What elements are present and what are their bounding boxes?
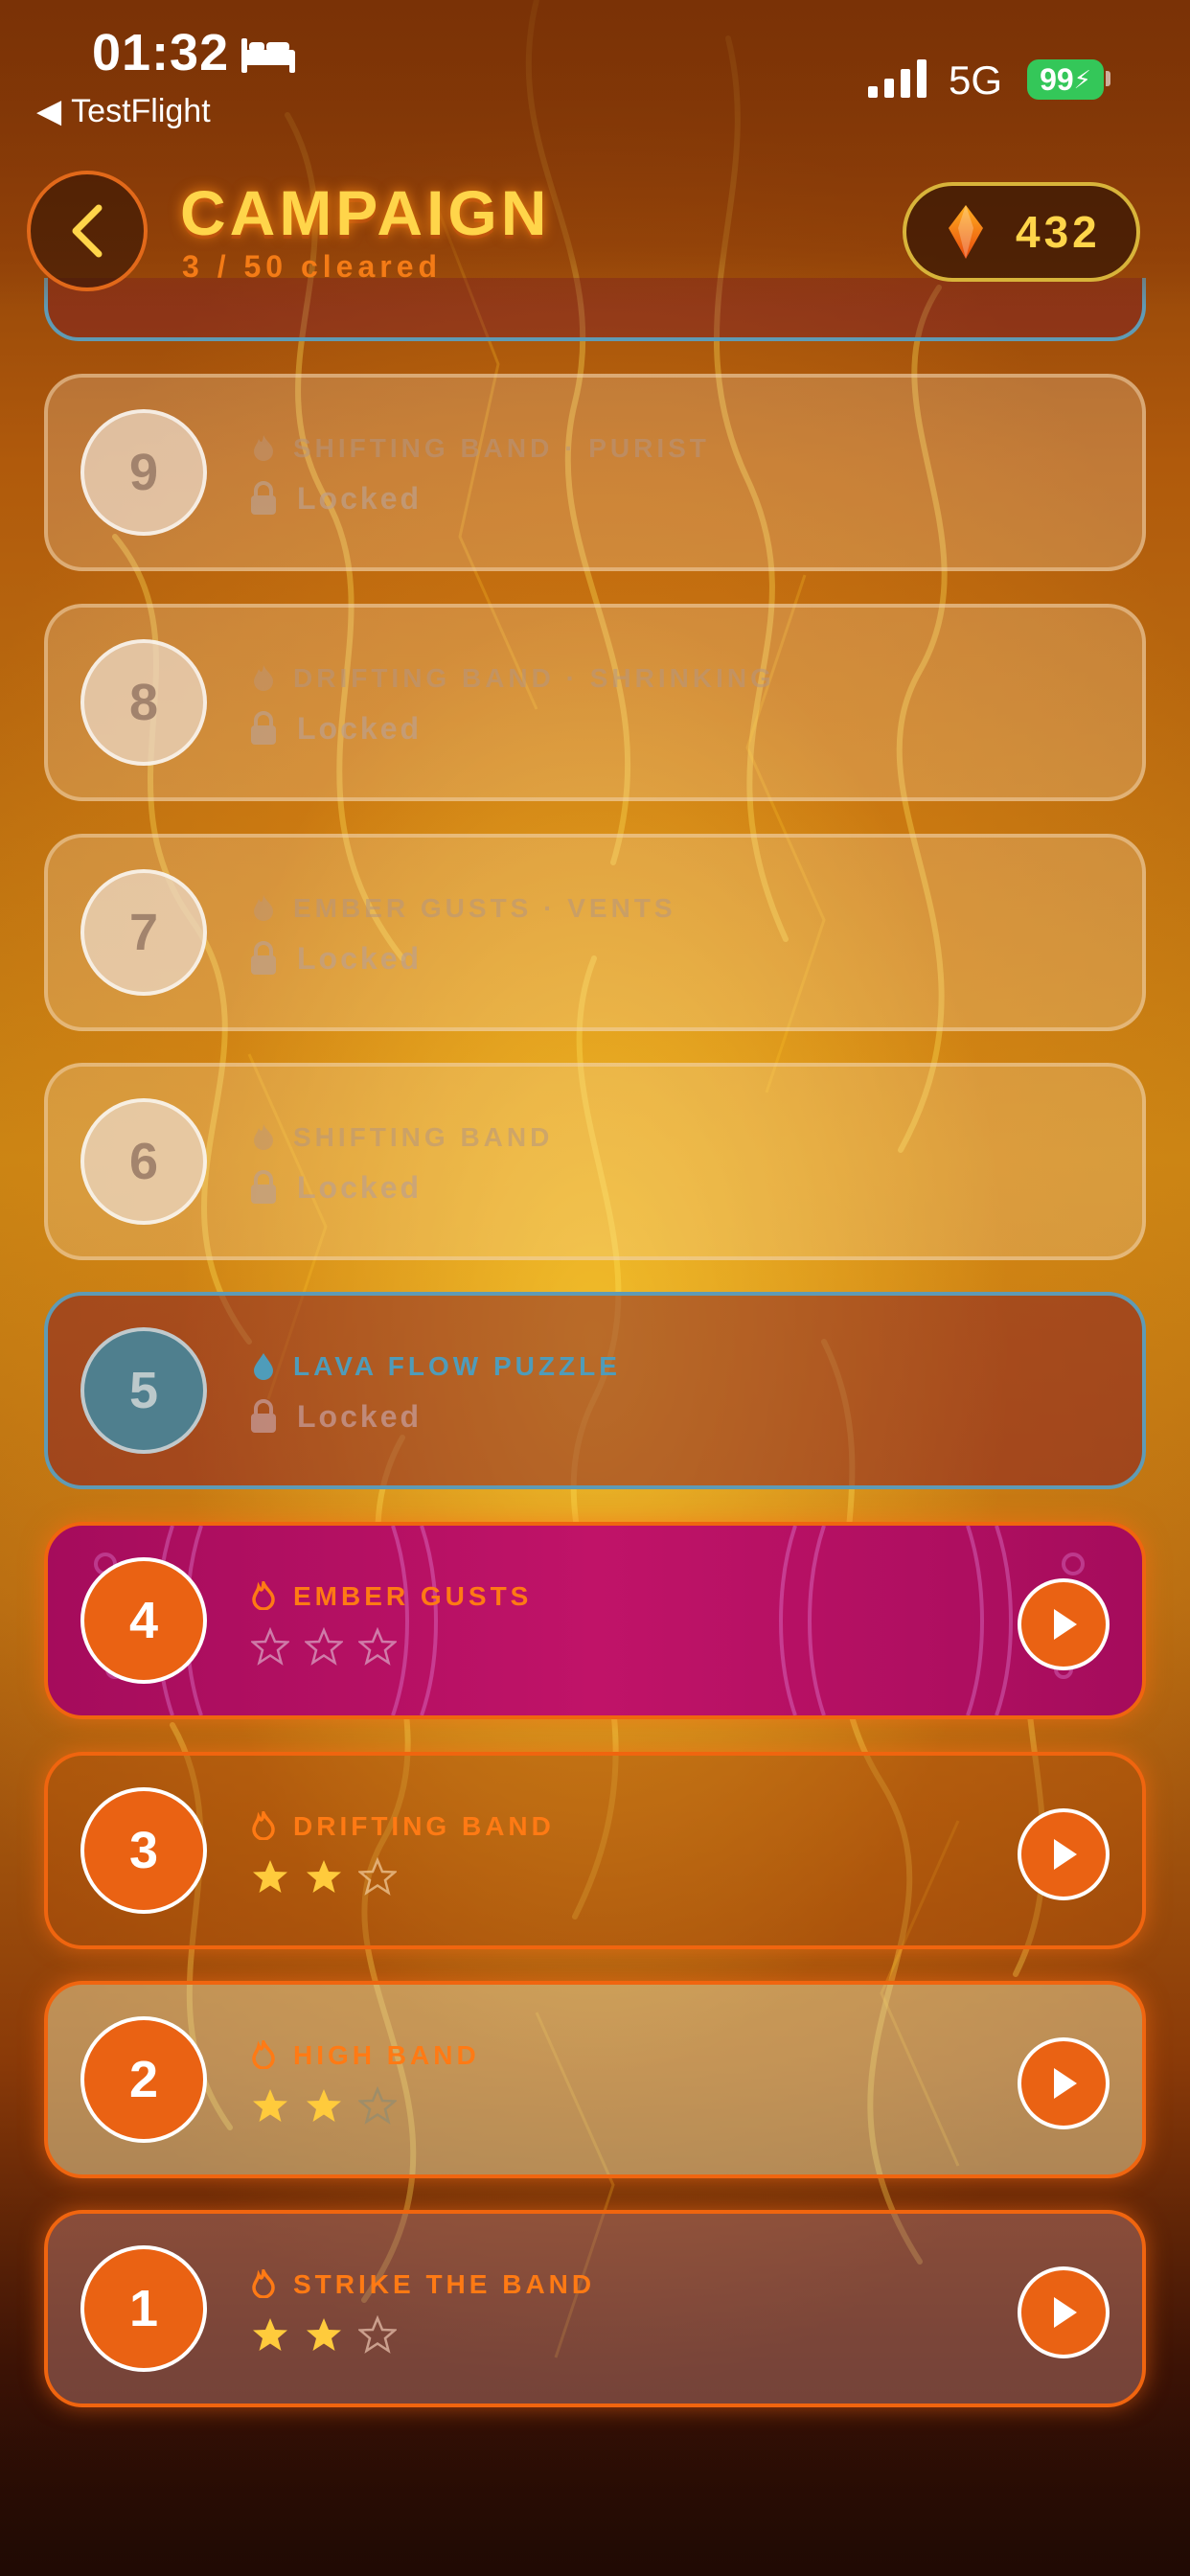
network-type: 5G: [949, 58, 1003, 103]
flame-icon: [252, 2040, 275, 2069]
play-button[interactable]: [1018, 1808, 1110, 1900]
battery-indicator: 99 ⚡: [1027, 59, 1104, 100]
star-rating: [251, 1627, 397, 1666]
lock-icon: [251, 941, 276, 975]
level-number-badge: 2: [80, 2016, 207, 2143]
battery-level: 99: [1040, 61, 1074, 97]
level-name: STRIKE THE BAND: [293, 2269, 596, 2299]
level-name: EMBER GUSTS · VENTS: [293, 893, 676, 923]
level-name: LAVA FLOW PUZZLE: [293, 1351, 621, 1381]
rune-pattern: [94, 1526, 1085, 1715]
status-time: 01:32: [92, 24, 230, 81]
play-button[interactable]: [1018, 1578, 1110, 1670]
back-to-testflight[interactable]: ◀ TestFlight: [36, 92, 211, 130]
locked-label: Locked: [297, 1399, 423, 1434]
star-rating: [251, 2086, 397, 2125]
flame-icon: [254, 895, 273, 921]
lock-icon: [251, 481, 276, 515]
level-card-3[interactable]: 3 DRIFTING BAND: [44, 1752, 1146, 1949]
battery-tip: [1106, 71, 1110, 86]
level-number-badge: 8: [80, 639, 207, 766]
flame-icon: [254, 665, 273, 691]
locked-label: Locked: [297, 1170, 423, 1205]
star-filled-icon: [253, 2089, 287, 2122]
sleep-bed-icon: [241, 38, 295, 73]
level-name: SHIFTING BAND: [293, 1122, 554, 1152]
play-button[interactable]: [1018, 2266, 1110, 2358]
star-filled-icon: [253, 2318, 287, 2351]
level-card-7: 7 EMBER GUSTS · VENTS Locked: [44, 834, 1146, 1031]
star-filled-icon: [307, 2318, 341, 2351]
page-title: CAMPAIGN: [180, 177, 551, 248]
star-empty-icon: [358, 2315, 397, 2354]
level-number-badge: 3: [80, 1787, 207, 1914]
level-name: DRIFTING BAND · SHRINKING: [293, 663, 775, 693]
gem-counter[interactable]: 432: [903, 182, 1140, 282]
flame-icon: [254, 1124, 273, 1150]
play-icon: [1054, 2297, 1077, 2328]
fire-gem-icon: [949, 205, 983, 259]
flame-icon: [252, 1811, 275, 1840]
level-card-1[interactable]: 1 STRIKE THE BAND: [44, 2210, 1146, 2407]
lock-icon: [251, 1399, 276, 1433]
locked-label: Locked: [297, 711, 423, 746]
progress-subtitle: 3 / 50 cleared: [182, 249, 443, 284]
locked-label: Locked: [297, 481, 423, 516]
star-rating: [251, 2315, 397, 2354]
play-icon: [1054, 1609, 1077, 1640]
level-card-9: 9 SHIFTING BAND · PURIST Locked: [44, 374, 1146, 571]
level-number-badge: 4: [80, 1557, 207, 1684]
star-rating: [251, 1857, 397, 1896]
locked-label: Locked: [297, 941, 423, 976]
play-icon: [1054, 2068, 1077, 2099]
level-card-partial[interactable]: [44, 278, 1146, 341]
back-triangle-icon: ◀: [36, 93, 62, 129]
level-card-4[interactable]: 4 EMBER GUSTS: [44, 1522, 1146, 1719]
back-button[interactable]: [27, 171, 148, 291]
star-empty-icon: [358, 1627, 397, 1666]
play-icon: [1054, 1839, 1077, 1870]
star-empty-icon: [305, 1627, 343, 1666]
level-number-badge: 7: [80, 869, 207, 996]
star-empty-icon: [358, 2086, 397, 2125]
charging-bolt-icon: ⚡: [1073, 64, 1091, 94]
star-filled-icon: [253, 1860, 287, 1893]
flame-icon: [252, 1581, 275, 1610]
level-number-badge: 5: [80, 1327, 207, 1454]
level-number-badge: 6: [80, 1098, 207, 1225]
lock-icon: [251, 1170, 276, 1204]
star-filled-icon: [307, 1860, 341, 1893]
star-filled-icon: [307, 2089, 341, 2122]
level-card-5: 5 LAVA FLOW PUZZLE Locked: [44, 1292, 1146, 1489]
play-button[interactable]: [1018, 2037, 1110, 2129]
level-number-badge: 9: [80, 409, 207, 536]
level-number-badge: 1: [80, 2245, 207, 2372]
star-empty-icon: [358, 1857, 397, 1896]
lock-icon: [251, 711, 276, 745]
level-name: HIGH BAND: [293, 2040, 480, 2070]
chevron-left-icon: [72, 204, 103, 258]
level-name: SHIFTING BAND · PURIST: [293, 433, 710, 463]
back-app-label: TestFlight: [71, 92, 211, 129]
cellular-signal-icon: [868, 59, 927, 98]
flame-icon: [252, 2269, 275, 2298]
water-drop-icon: [254, 1353, 273, 1380]
level-name: EMBER GUSTS: [293, 1581, 533, 1611]
gem-count: 432: [1016, 207, 1101, 257]
star-empty-icon: [251, 1627, 289, 1666]
level-name: DRIFTING BAND: [293, 1811, 555, 1841]
level-card-2[interactable]: 2 HIGH BAND: [44, 1981, 1146, 2178]
level-card-6: 6 SHIFTING BAND Locked: [44, 1063, 1146, 1260]
level-card-8: 8 DRIFTING BAND · SHRINKING Locked: [44, 604, 1146, 801]
flame-icon: [254, 435, 273, 461]
